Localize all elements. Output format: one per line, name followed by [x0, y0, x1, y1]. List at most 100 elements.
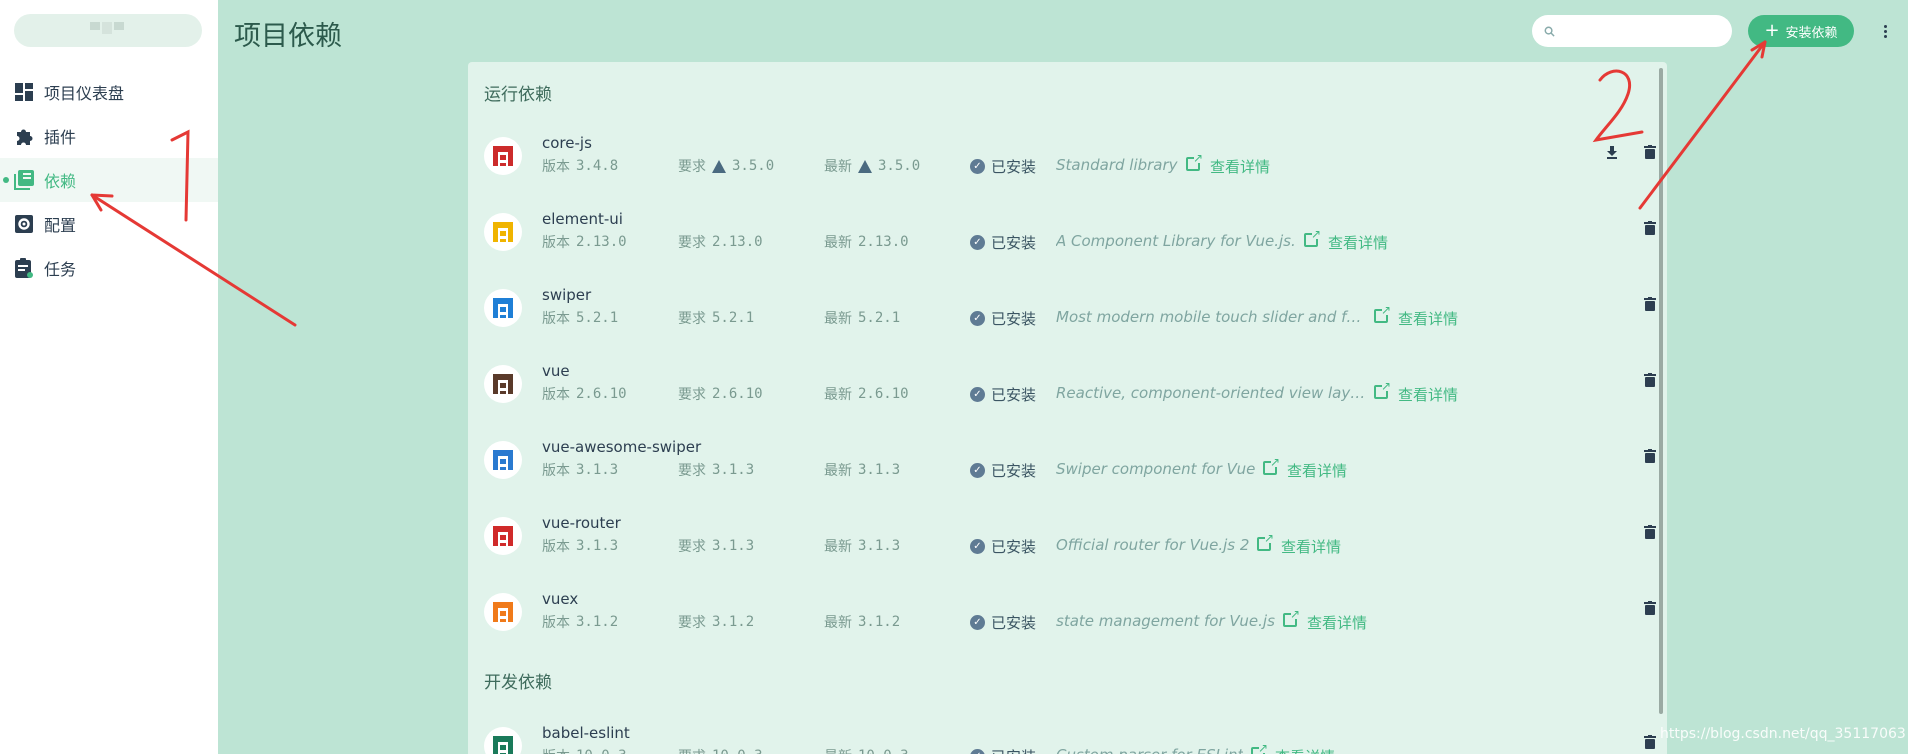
more-options-button[interactable] — [1877, 20, 1893, 42]
wanted-version: 要求 2.6.10 — [678, 386, 763, 403]
trash-icon — [1644, 373, 1656, 387]
plus-icon: + — [1764, 20, 1780, 41]
external-link-icon[interactable] — [1257, 531, 1274, 551]
sidebar: 项目仪表盘 插件 依赖 配置 任务 — [0, 0, 218, 754]
dependency-row: vue-awesome-swiper 版本 3.1.3 要求 3.1.3 最新 3.1.3 ✓… — [484, 428, 1656, 504]
external-link-icon[interactable] — [1186, 151, 1203, 171]
latest-version: 最新 3.1.3 — [824, 462, 901, 479]
dependency-row: element-ui 版本 2.13.0 要求 2.13.0 最新 2.13.0 ✓ 已安装 A … — [484, 200, 1656, 276]
check-circle-icon: ✓ — [970, 463, 985, 478]
uninstall-button[interactable] — [1640, 218, 1660, 238]
download-icon — [1607, 146, 1617, 159]
search-icon — [1544, 22, 1555, 41]
install-status: ✓已安装 — [970, 308, 1036, 329]
dependency-row: swiper 版本 5.2.1 要求 5.2.1 最新 5.2.1 ✓ 已安装 Most mode… — [484, 276, 1656, 352]
install-status: ✓已安装 — [970, 460, 1036, 481]
sidebar-item-dashboard[interactable]: 项目仪表盘 — [0, 70, 218, 114]
external-link-icon[interactable] — [1374, 303, 1391, 323]
install-status: ✓已安装 — [970, 746, 1036, 754]
external-link-icon[interactable] — [1374, 379, 1391, 399]
external-link-icon[interactable] — [1283, 607, 1300, 627]
wanted-version: 要求 3.5.0 — [678, 158, 775, 175]
package-name: core-js — [542, 134, 592, 152]
puzzle-icon — [14, 126, 34, 146]
package-description: Swiper component for Vue — [1056, 460, 1256, 478]
wanted-version: 要求 5.2.1 — [678, 310, 755, 327]
external-link-icon[interactable] — [1251, 741, 1268, 754]
package-logo-icon — [484, 727, 522, 754]
trash-icon — [1644, 525, 1656, 539]
external-link-icon[interactable] — [1263, 455, 1280, 475]
latest-version: 最新 3.5.0 — [824, 158, 921, 175]
latest-version: 最新10.0.3 — [824, 746, 909, 754]
external-link-icon[interactable] — [1304, 227, 1321, 247]
check-circle-icon: ✓ — [970, 311, 985, 326]
package-description: A Component Library for Vue.js. — [1056, 232, 1296, 250]
view-details-link[interactable]: 查看详情 — [1398, 308, 1458, 329]
view-details-link[interactable]: 查看详情 — [1307, 612, 1367, 633]
installed-version: 版本10.0.3 — [542, 746, 627, 754]
wanted-version: 要求 3.1.2 — [678, 614, 755, 631]
install-status: ✓已安装 — [970, 384, 1036, 405]
check-circle-icon: ✓ — [970, 387, 985, 402]
install-dependency-button[interactable]: + 安装依赖 — [1748, 15, 1854, 47]
active-indicator — [3, 177, 9, 183]
latest-version: 最新 3.1.2 — [824, 614, 901, 631]
trash-icon — [1644, 601, 1656, 615]
dependencies-panel: 运行依赖 core-js 版本 3.4.8 要求 3.5.0 最新 3.5.0 ✓ 已安装 Sta… — [468, 62, 1667, 754]
view-details-link[interactable]: 查看详情 — [1328, 232, 1388, 253]
update-button[interactable] — [1602, 142, 1622, 162]
wanted-version: 要求10.0.3 — [678, 746, 763, 754]
watermark: https://blog.csdn.net/qq_35117063 — [1660, 726, 1906, 742]
sidebar-item-tasks[interactable]: 任务 — [0, 246, 218, 290]
package-logo-icon — [484, 593, 522, 631]
task-clipboard-icon — [14, 258, 34, 278]
package-description: Most modern mobile touch slider and fr… — [1056, 308, 1366, 326]
package-logo-icon — [484, 365, 522, 403]
trash-icon — [1644, 297, 1656, 311]
package-name: swiper — [542, 286, 592, 304]
sidebar-item-plugins[interactable]: 插件 — [0, 114, 218, 158]
uninstall-button[interactable] — [1640, 446, 1660, 466]
check-circle-icon: ✓ — [970, 159, 985, 174]
package-description: Standard library — [1056, 156, 1178, 174]
wanted-version: 要求 2.13.0 — [678, 234, 763, 251]
project-name-blurred — [90, 22, 124, 34]
search-box[interactable] — [1532, 15, 1732, 47]
warning-icon — [712, 159, 726, 173]
view-details-link[interactable]: 查看详情 — [1210, 156, 1270, 177]
check-circle-icon: ✓ — [970, 539, 985, 554]
install-status: ✓已安装 — [970, 232, 1036, 253]
view-details-link[interactable]: 查看详情 — [1275, 746, 1335, 754]
scrollbar[interactable] — [1659, 68, 1663, 714]
installed-version: 版本 3.4.8 — [542, 158, 619, 175]
view-details-link[interactable]: 查看详情 — [1287, 460, 1347, 481]
view-details-link[interactable]: 查看详情 — [1281, 536, 1341, 557]
search-input[interactable] — [1561, 23, 1721, 39]
trash-icon — [1644, 221, 1656, 235]
project-selector[interactable] — [14, 14, 202, 47]
uninstall-button[interactable] — [1640, 370, 1660, 390]
uninstall-button[interactable] — [1640, 522, 1660, 542]
package-name: vue — [542, 362, 570, 380]
uninstall-button[interactable] — [1640, 598, 1660, 618]
sidebar-item-config[interactable]: 配置 — [0, 202, 218, 246]
package-logo-icon — [484, 441, 522, 479]
installed-version: 版本 2.6.10 — [542, 386, 627, 403]
package-name: vuex — [542, 590, 579, 608]
view-details-link[interactable]: 查看详情 — [1398, 384, 1458, 405]
sidebar-nav: 项目仪表盘 插件 依赖 配置 任务 — [0, 70, 218, 290]
wanted-version: 要求 3.1.3 — [678, 462, 755, 479]
uninstall-button[interactable] — [1640, 294, 1660, 314]
uninstall-button[interactable] — [1640, 732, 1660, 752]
installed-version: 版本 3.1.3 — [542, 538, 619, 555]
latest-version: 最新 2.6.10 — [824, 386, 909, 403]
installed-version: 版本 3.1.3 — [542, 462, 619, 479]
install-dependency-label: 安装依赖 — [1785, 25, 1838, 41]
warning-icon — [858, 159, 872, 173]
package-logo-icon — [484, 517, 522, 555]
page-title: 项目依赖 — [234, 21, 342, 52]
sidebar-item-dependencies[interactable]: 依赖 — [0, 158, 218, 202]
sidebar-item-label: 插件 — [44, 128, 77, 147]
uninstall-button[interactable] — [1640, 142, 1660, 162]
